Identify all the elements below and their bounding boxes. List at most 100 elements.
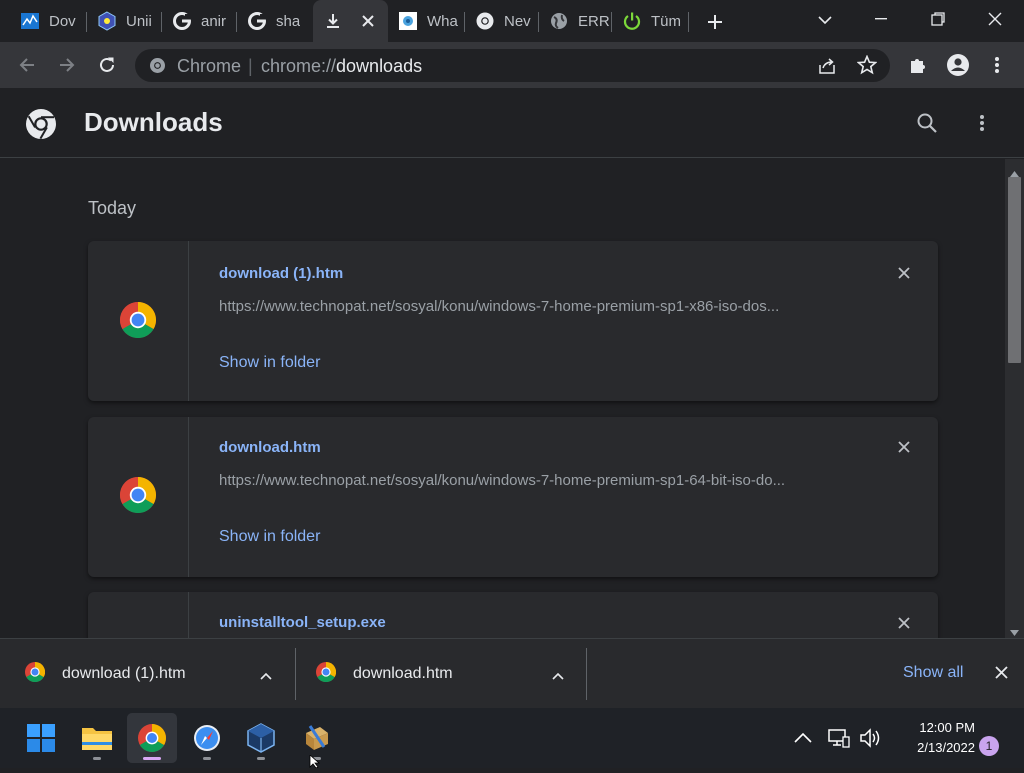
more-actions-icon[interactable]	[976, 112, 988, 134]
tab-label: anir	[201, 12, 227, 30]
tab-6[interactable]: Nev	[465, 0, 539, 42]
volume-icon[interactable]	[859, 728, 881, 753]
google-icon	[247, 11, 267, 31]
tab-8[interactable]: Tüm	[612, 0, 689, 42]
download-url[interactable]: https://www.technopat.net/sosyal/konu/wi…	[219, 298, 849, 315]
tab-3[interactable]: sha	[237, 0, 313, 42]
tab-1[interactable]: Unii	[87, 0, 162, 42]
avatar-icon	[947, 54, 969, 76]
shelf-item[interactable]: download.htm	[316, 647, 581, 701]
download-filename[interactable]: download.htm	[219, 439, 321, 456]
tab-downloads-active[interactable]	[313, 0, 388, 42]
forward-button[interactable]	[52, 50, 82, 80]
section-today-heading: Today	[88, 198, 137, 218]
download-item: uninstalltool_setup.exe	[88, 592, 938, 638]
url-text: chrome://downloads	[261, 56, 422, 77]
folder-icon	[82, 728, 112, 750]
chevron-up-icon[interactable]	[260, 667, 272, 685]
chevron-up-icon[interactable]	[552, 667, 564, 685]
tab-2[interactable]: anir	[162, 0, 237, 42]
extensions-button[interactable]	[903, 50, 933, 80]
taskbar-virtualbox[interactable]	[236, 713, 286, 763]
profile-button[interactable]	[943, 50, 973, 80]
chrome-file-icon	[119, 302, 157, 339]
shelf-item-name: download (1).htm	[62, 665, 186, 682]
download-item: download (1).htm https://www.technopat.n…	[88, 241, 938, 401]
google-icon	[172, 11, 192, 31]
page-scrollbar[interactable]	[1005, 159, 1024, 638]
taskbar-chrome[interactable]	[127, 713, 177, 763]
tab-label: Tüm	[651, 12, 681, 30]
forward-arrow-icon	[60, 58, 75, 72]
shelf-item[interactable]: download (1).htm	[25, 647, 290, 701]
taskbar-file-explorer[interactable]	[72, 713, 122, 763]
chrome-file-icon	[316, 661, 337, 687]
restore-button[interactable]	[909, 0, 967, 38]
reload-icon	[100, 57, 114, 72]
remove-download-button[interactable]	[893, 612, 915, 634]
bookmark-star-icon[interactable]	[856, 54, 878, 75]
download-filename[interactable]: download (1).htm	[219, 265, 343, 282]
page-title: Downloads	[84, 107, 223, 137]
close-tab-icon[interactable]	[359, 12, 377, 30]
power-icon	[622, 11, 642, 31]
downloads-list: Today download (1).htm https://www.techn…	[0, 159, 1005, 638]
download-item: download.htm https://www.technopat.net/s…	[88, 417, 938, 577]
new-tab-button[interactable]	[702, 9, 728, 35]
clock-time: 12:00 PM	[919, 720, 975, 735]
close-icon	[898, 441, 910, 453]
minimize-icon	[875, 18, 887, 20]
taskbar-safari[interactable]	[182, 713, 232, 763]
remove-download-button[interactable]	[893, 436, 915, 458]
download-url[interactable]: https://www.technopat.net/sosyal/konu/wi…	[219, 472, 849, 489]
downloads-header: Downloads	[0, 88, 1024, 158]
chrome-site-icon	[149, 57, 166, 79]
windows-logo-icon	[27, 724, 55, 752]
installer-box-icon	[306, 725, 328, 750]
close-window-button[interactable]	[966, 0, 1024, 38]
start-button[interactable]	[16, 713, 66, 763]
chrome-icon	[138, 724, 166, 752]
vertical-dots-icon	[995, 57, 999, 73]
download-filename[interactable]: uninstalltool_setup.exe	[219, 614, 386, 631]
close-icon	[898, 267, 910, 279]
close-shelf-icon[interactable]	[995, 666, 1008, 684]
tab-7[interactable]: ERR	[539, 0, 612, 42]
compass-icon	[194, 725, 220, 751]
tab-label: Wha	[427, 12, 458, 30]
download-icon	[323, 11, 343, 31]
show-in-folder-link[interactable]: Show in folder	[219, 354, 320, 372]
back-button[interactable]	[12, 50, 42, 80]
windows-taskbar: 12:00 PM 2/13/2022 1	[0, 708, 1024, 769]
restore-icon	[931, 12, 945, 26]
system-clock[interactable]: 12:00 PM 2/13/2022	[893, 718, 975, 758]
network-icon[interactable]	[828, 728, 850, 753]
show-in-folder-link[interactable]: Show in folder	[219, 528, 320, 546]
scrollbar-thumb[interactable]	[1008, 177, 1021, 363]
chrome-logo-icon	[25, 108, 57, 145]
search-icon[interactable]	[916, 112, 938, 134]
mouse-cursor-icon	[309, 754, 321, 773]
chrome-file-icon	[25, 661, 46, 687]
clock-date: 2/13/2022	[917, 740, 975, 755]
share-icon[interactable]	[817, 56, 837, 76]
tab-search-button[interactable]	[812, 8, 838, 32]
chevron-up-icon[interactable]	[794, 730, 812, 748]
address-bar[interactable]: Chrome | chrome://downloads	[135, 49, 890, 82]
minimize-button[interactable]	[852, 0, 910, 38]
reload-button[interactable]	[92, 50, 122, 80]
chrome-file-icon	[119, 477, 157, 514]
show-all-button[interactable]: Show all	[903, 664, 963, 682]
virtualbox-icon	[247, 723, 275, 753]
browser-toolbar: Chrome | chrome://downloads	[0, 42, 1024, 88]
remove-download-button[interactable]	[893, 262, 915, 284]
notification-badge[interactable]: 1	[979, 736, 999, 756]
tab-label: Unii	[126, 12, 152, 30]
windows-blue-icon	[20, 11, 40, 31]
tab-0[interactable]: Dov	[10, 0, 87, 42]
chrome-menu-button[interactable]	[982, 50, 1012, 80]
plus-icon	[708, 15, 722, 29]
site-label: Chrome	[177, 56, 242, 76]
globe-icon	[549, 11, 569, 31]
tab-5[interactable]: Wha	[388, 0, 465, 42]
